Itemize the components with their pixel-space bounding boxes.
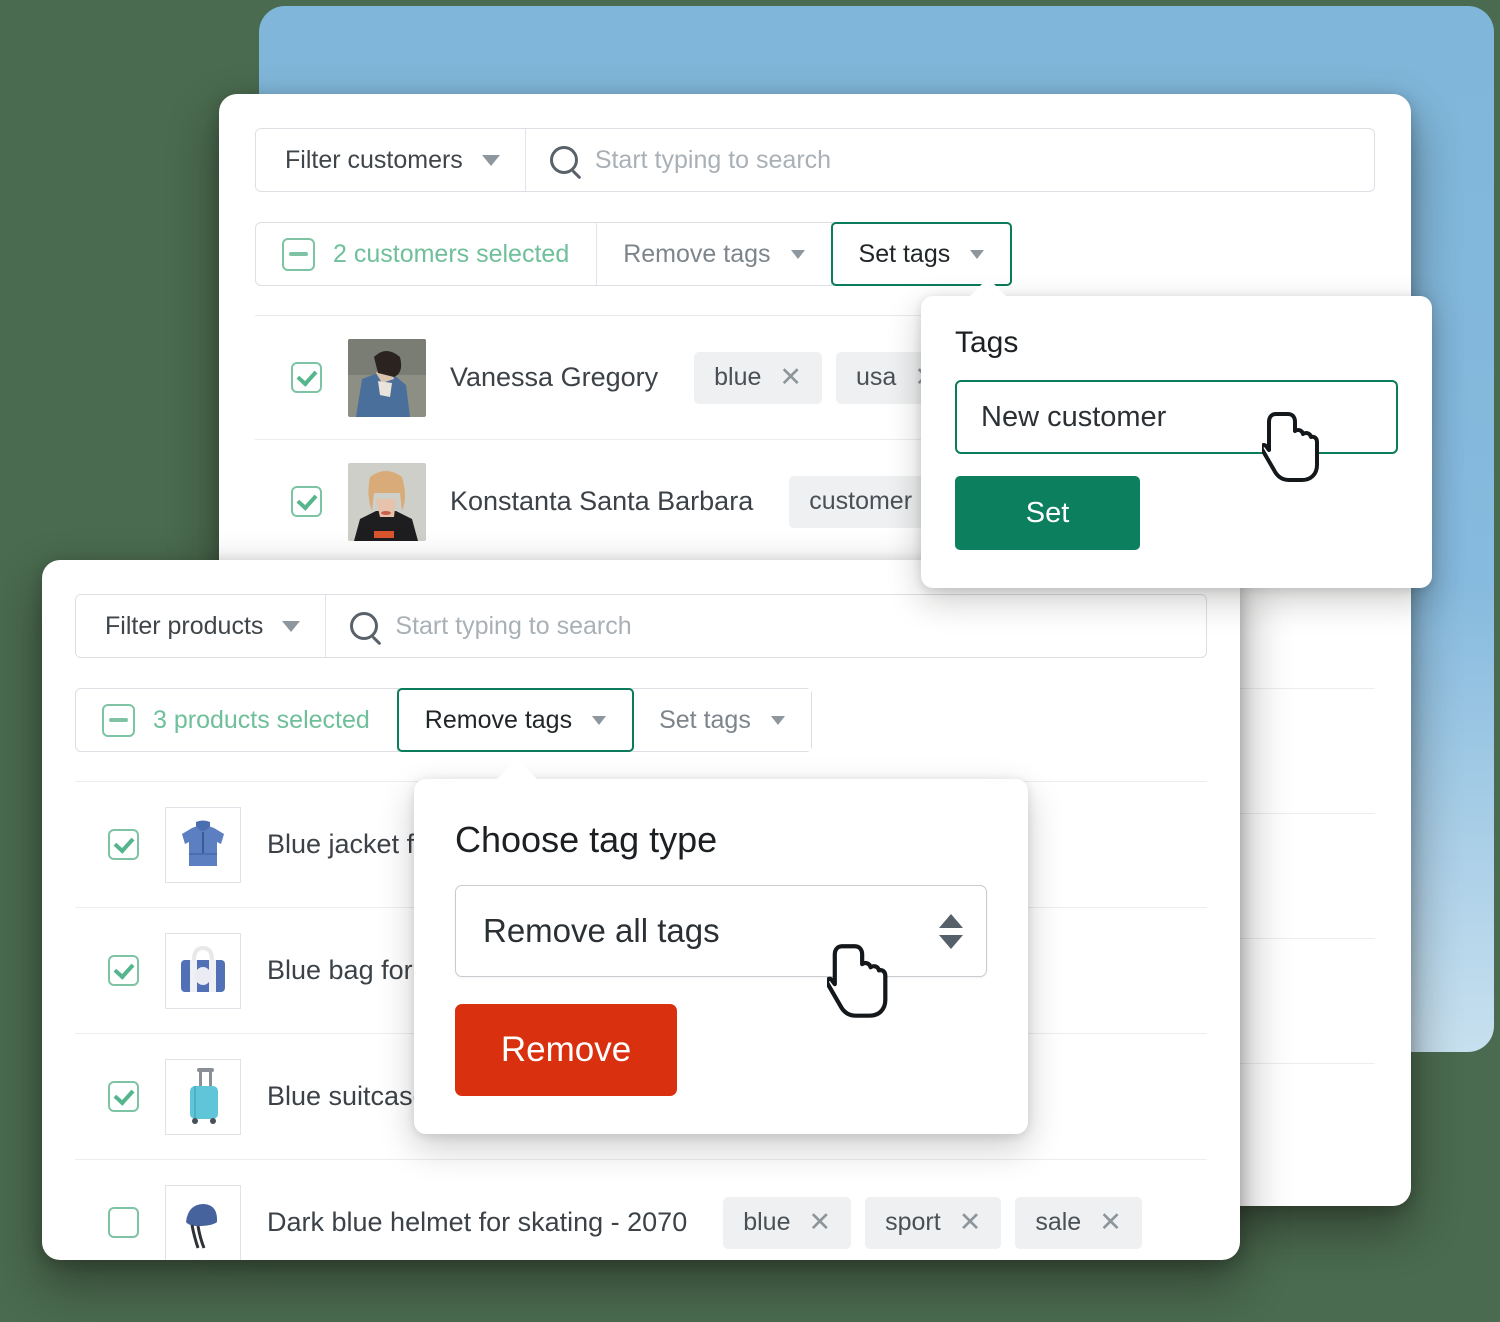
customers-action-bar: 2 customers selected Remove tags Set tag… xyxy=(255,222,1013,286)
close-icon[interactable]: ✕ xyxy=(808,1209,831,1236)
product-name: Blue jacket for xyxy=(267,829,439,859)
tag-label: usa xyxy=(856,363,897,391)
tag-chip[interactable]: sport ✕ xyxy=(865,1196,1002,1249)
products-set-tags-label: Set tags xyxy=(659,705,751,734)
row-checkbox[interactable] xyxy=(108,829,139,860)
product-thumbnail xyxy=(165,806,241,883)
product-thumbnail xyxy=(165,1184,241,1260)
tags-input[interactable]: New customer xyxy=(955,380,1398,454)
tags-input-value: New customer xyxy=(981,400,1167,433)
search-icon xyxy=(549,146,578,174)
customers-set-tags-button[interactable]: Set tags xyxy=(830,222,1013,286)
customers-remove-tags-label: Remove tags xyxy=(623,239,771,268)
row-checkbox[interactable] xyxy=(291,362,322,393)
tag-type-select[interactable]: Remove all tags xyxy=(455,885,987,977)
tag-chip[interactable]: sale ✕ xyxy=(1015,1196,1142,1249)
products-action-bar: 3 products selected Remove tags Set tags xyxy=(75,688,812,752)
products-search-input[interactable]: Start typing to search xyxy=(326,595,1206,657)
products-search-bar: Filter products Start typing to search xyxy=(75,594,1207,658)
customer-name: Vanessa Gregory xyxy=(450,362,659,392)
tags-popover-title: Tags xyxy=(955,326,1019,359)
tag-type-popover-title: Choose tag type xyxy=(455,819,718,860)
table-row[interactable]: Dark blue helmet for skating - 2070 blue… xyxy=(75,1159,1207,1260)
customers-selection-summary[interactable]: 2 customers selected xyxy=(256,223,598,285)
products-set-tags-button[interactable]: Set tags xyxy=(633,689,811,751)
tag-chip[interactable]: blue ✕ xyxy=(694,351,822,404)
set-tags-popover: Tags New customer Set xyxy=(921,278,1432,588)
avatar xyxy=(348,338,426,417)
filter-products-button[interactable]: Filter products xyxy=(76,595,327,657)
select-all-checkbox[interactable] xyxy=(282,237,315,271)
chevron-down-icon xyxy=(282,620,301,632)
product-name: Dark blue helmet for skating - 2070 xyxy=(267,1207,688,1237)
product-thumbnail xyxy=(165,1058,241,1135)
chevron-down-icon xyxy=(481,154,500,166)
close-icon[interactable]: ✕ xyxy=(1099,1209,1122,1236)
products-remove-tags-button[interactable]: Remove tags xyxy=(396,688,635,752)
chevron-down-icon xyxy=(970,249,985,259)
tag-type-select-value: Remove all tags xyxy=(483,912,720,949)
chevron-down-icon xyxy=(592,715,607,725)
search-icon xyxy=(350,612,379,640)
customers-search-placeholder: Start typing to search xyxy=(594,145,832,174)
tag-label: customer xyxy=(809,487,913,515)
products-search-placeholder: Start typing to search xyxy=(395,611,632,640)
filter-customers-label: Filter customers xyxy=(285,145,463,174)
close-icon[interactable]: ✕ xyxy=(779,364,802,391)
choose-tag-type-body: Choose tag type Remove all tags Remove xyxy=(414,779,1028,1136)
chevron-down-icon xyxy=(770,715,785,725)
set-tags-popover-body: Tags New customer Set xyxy=(921,296,1432,580)
products-selection-summary[interactable]: 3 products selected xyxy=(76,689,398,751)
set-tags-submit-button[interactable]: Set xyxy=(955,476,1140,550)
avatar xyxy=(348,462,426,541)
tag-label: blue xyxy=(714,363,762,391)
customer-name: Konstanta Santa Barbara xyxy=(450,486,754,516)
tag-label: sport xyxy=(885,1208,941,1236)
products-remove-tags-label: Remove tags xyxy=(424,705,573,734)
customers-remove-tags-button[interactable]: Remove tags xyxy=(597,223,832,285)
remove-tags-submit-button[interactable]: Remove xyxy=(455,1004,677,1096)
row-checkbox[interactable] xyxy=(108,1207,139,1238)
customers-selected-label: 2 customers selected xyxy=(333,239,570,268)
row-checkbox[interactable] xyxy=(108,955,139,986)
close-icon[interactable]: ✕ xyxy=(959,1209,982,1236)
customers-set-tags-label: Set tags xyxy=(858,239,951,268)
customers-search-input[interactable]: Start typing to search xyxy=(526,129,1374,191)
filter-customers-button[interactable]: Filter customers xyxy=(256,129,526,191)
select-all-checkbox[interactable] xyxy=(102,703,135,737)
screenshot-stage: Filter customers Start typing to search … xyxy=(0,0,1500,1322)
tag-label: blue xyxy=(743,1208,791,1236)
tag-label: sale xyxy=(1035,1208,1082,1236)
chevron-down-icon xyxy=(790,249,805,259)
row-checkbox[interactable] xyxy=(291,486,322,517)
product-tags: blue ✕ sport ✕ sale ✕ xyxy=(723,1196,1142,1249)
product-thumbnail xyxy=(165,932,241,1009)
choose-tag-type-popover: Choose tag type Remove all tags Remove xyxy=(414,759,1028,1136)
products-selected-label: 3 products selected xyxy=(153,705,370,734)
row-checkbox[interactable] xyxy=(108,1081,139,1112)
stepper-arrows-icon[interactable] xyxy=(939,913,963,949)
tag-chip[interactable]: blue ✕ xyxy=(723,1196,852,1249)
customers-search-bar: Filter customers Start typing to search xyxy=(255,128,1375,192)
filter-products-label: Filter products xyxy=(105,611,264,640)
